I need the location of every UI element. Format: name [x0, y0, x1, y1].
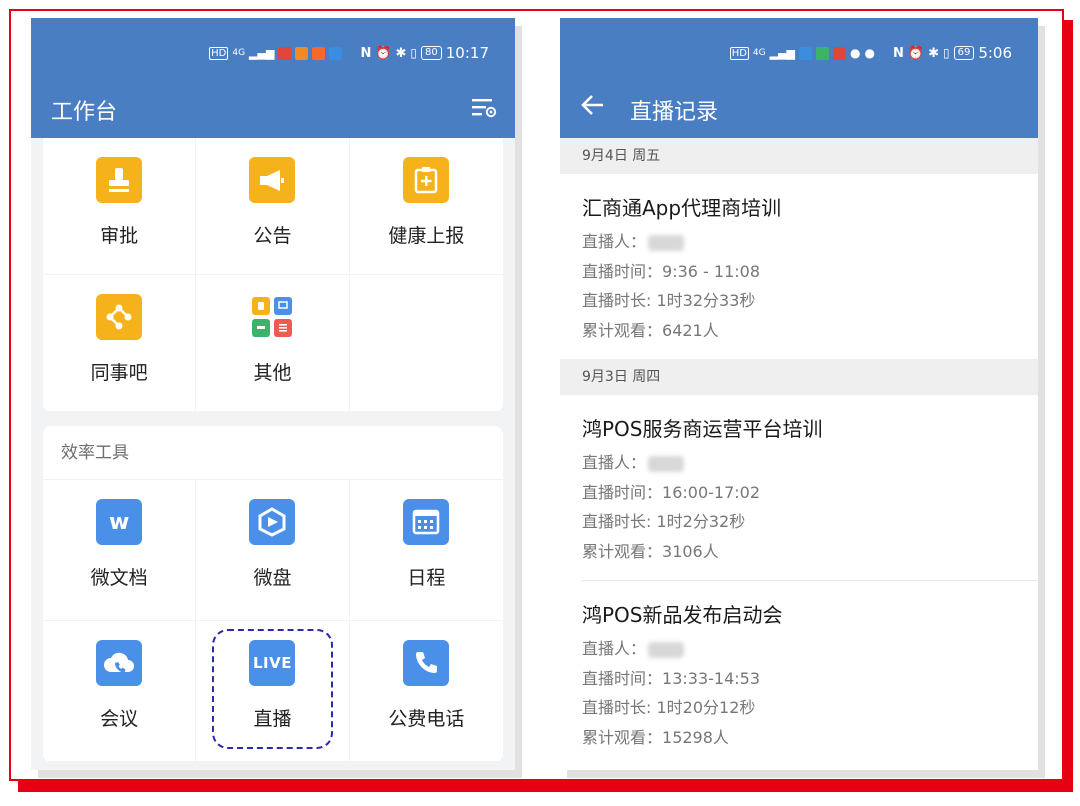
document-w-icon: w: [96, 499, 143, 545]
tool-label: 公费电话: [388, 708, 465, 730]
page-title: 直播记录: [630, 100, 719, 125]
workspace-screen: HD 4G ▂▄▆ N ⏰ ✱ ▯ 80 10:17 工作台 审批 公告 健康上…: [31, 18, 515, 770]
cloud-drive-icon: [249, 499, 296, 545]
vibrate-icon: ▯: [942, 46, 950, 60]
app-label: 健康上报: [388, 225, 465, 247]
settings-filter-icon[interactable]: [471, 96, 497, 120]
record-title: 鸿POS新品发布启动会: [582, 603, 783, 627]
hd-indicator: HD: [729, 46, 749, 60]
stamp-icon: [96, 157, 143, 203]
blurred-host-name: [648, 641, 685, 658]
nfc-icon: N: [892, 45, 904, 61]
live-records-screen: HD 4G ▂▄▆ ● ● N ⏰ ✱ ▯ 69 5:06 直播记录 9月4日 …: [560, 18, 1038, 770]
app-label: 审批: [100, 225, 139, 247]
empty-cell: [349, 275, 503, 412]
back-arrow-icon[interactable]: [580, 92, 606, 118]
app-other[interactable]: 其他: [196, 275, 350, 412]
app-label: 公告: [253, 225, 292, 247]
tool-label: 直播: [253, 708, 292, 730]
tool-meeting[interactable]: 会议: [43, 621, 197, 762]
status-time: 10:17: [445, 44, 489, 62]
live-icon: LIVE: [249, 640, 296, 686]
battery-indicator: 69: [953, 46, 975, 60]
vibrate-icon: ▯: [410, 46, 418, 60]
status-time: 5:06: [978, 44, 1012, 62]
hd-indicator: HD: [209, 46, 229, 60]
app-grid-icon: [249, 294, 296, 340]
battery-indicator: 80: [421, 46, 442, 60]
status-bar: HD 4G ▂▄▆ ● ● N ⏰ ✱ ▯ 69 5:06: [729, 44, 1012, 62]
app-icon: [816, 46, 830, 60]
record-duration: 直播时长: 1时2分32秒: [582, 512, 746, 531]
cloud-phone-icon: [96, 640, 143, 686]
network-nodes-icon: [96, 294, 143, 340]
blurred-host-name: [648, 234, 685, 251]
megaphone-icon: [249, 157, 296, 203]
app-icon: [799, 46, 813, 60]
app-label: 同事吧: [90, 362, 148, 384]
status-bar: HD 4G ▂▄▆ N ⏰ ✱ ▯ 80 10:17: [209, 44, 489, 62]
app-health-report[interactable]: 健康上报: [349, 138, 503, 275]
live-records-appbar: HD 4G ▂▄▆ ● ● N ⏰ ✱ ▯ 69 5:06 直播记录: [560, 18, 1038, 138]
calendar-icon: [403, 499, 450, 545]
app-icon: ●: [864, 46, 875, 60]
chat-icon: ●: [850, 46, 861, 60]
tool-label: 会议: [100, 708, 139, 730]
workspace-appbar: HD 4G ▂▄▆ N ⏰ ✱ ▯ 80 10:17 工作台: [31, 18, 515, 138]
app-announcement[interactable]: 公告: [196, 138, 350, 275]
efficiency-tools-card: 效率工具 w 微文档 微盘 日程 会议 LIVE 直播 公费电话: [43, 426, 503, 762]
page-title: 工作台: [51, 100, 118, 125]
bluetooth-icon: ✱: [928, 45, 939, 61]
record-time: 直播时间：16:00-17:02: [582, 482, 761, 502]
record-host: 直播人：: [582, 634, 1016, 664]
signal-icon: ▂▄▆: [249, 46, 275, 60]
date-header: 9月3日 周四: [560, 359, 1038, 395]
app-icon: [329, 46, 343, 60]
blurred-host-name: [648, 455, 685, 472]
record-title: 鸿POS服务商运营平台培训: [582, 417, 823, 441]
bluetooth-icon: ✱: [395, 45, 407, 61]
network-indicator: 4G: [232, 48, 246, 58]
app-label: 其他: [253, 362, 292, 384]
record-time: 直播时间：13:33-14:53: [582, 668, 761, 688]
record-views: 累计观看：3106人: [582, 541, 719, 561]
record-host: 直播人：: [582, 227, 1016, 257]
notification-icon: [278, 46, 292, 60]
signal-icon: ▂▄▆: [769, 46, 796, 60]
tool-drive[interactable]: 微盘: [196, 480, 350, 621]
record-duration: 直播时长: 1时20分12秒: [582, 698, 756, 717]
tool-label: 微文档: [90, 567, 148, 589]
live-records-list: 9月4日 周五 汇商通App代理商培训 直播人： 直播时间：9:36 - 11:…: [560, 138, 1038, 766]
app-icon: [833, 46, 847, 60]
tool-calendar[interactable]: 日程: [349, 480, 503, 621]
tool-label: 微盘: [253, 567, 292, 589]
alarm-icon: ⏰: [375, 45, 392, 61]
alarm-icon: ⏰: [907, 45, 925, 61]
live-record-item[interactable]: 汇商通App代理商培训 直播人： 直播时间：9:36 - 11:08 直播时长:…: [560, 174, 1038, 359]
record-duration: 直播时长: 1时32分33秒: [582, 291, 756, 310]
record-host: 直播人：: [582, 448, 1016, 478]
play-app-icon: [312, 46, 326, 60]
live-record-item[interactable]: 鸿POS服务商运营平台培训 直播人： 直播时间：16:00-17:02 直播时长…: [560, 395, 1038, 580]
section-title: 效率工具: [43, 426, 503, 480]
tool-live[interactable]: LIVE 直播: [196, 621, 350, 762]
network-indicator: 4G: [752, 48, 766, 58]
date-header: 9月4日 周五: [560, 138, 1038, 174]
record-title: 汇商通App代理商培训: [582, 196, 782, 220]
tool-phone[interactable]: 公费电话: [349, 621, 503, 762]
record-views: 累计观看：15298人: [582, 727, 729, 747]
record-time: 直播时间：9:36 - 11:08: [582, 261, 760, 281]
app-colleague-circle[interactable]: 同事吧: [43, 275, 197, 412]
live-record-item[interactable]: 鸿POS新品发布启动会 直播人： 直播时间：13:33-14:53 直播时长: …: [560, 581, 1038, 766]
app-approval[interactable]: 审批: [43, 138, 197, 275]
phone-icon: [403, 640, 450, 686]
clipboard-plus-icon: [403, 157, 450, 203]
tool-document[interactable]: w 微文档: [43, 480, 197, 621]
apps-card: 审批 公告 健康上报 同事吧 其他: [43, 138, 503, 412]
notification-icon: [295, 46, 309, 60]
tool-label: 日程: [407, 567, 446, 589]
nfc-icon: N: [360, 45, 372, 61]
record-views: 累计观看：6421人: [582, 320, 719, 340]
